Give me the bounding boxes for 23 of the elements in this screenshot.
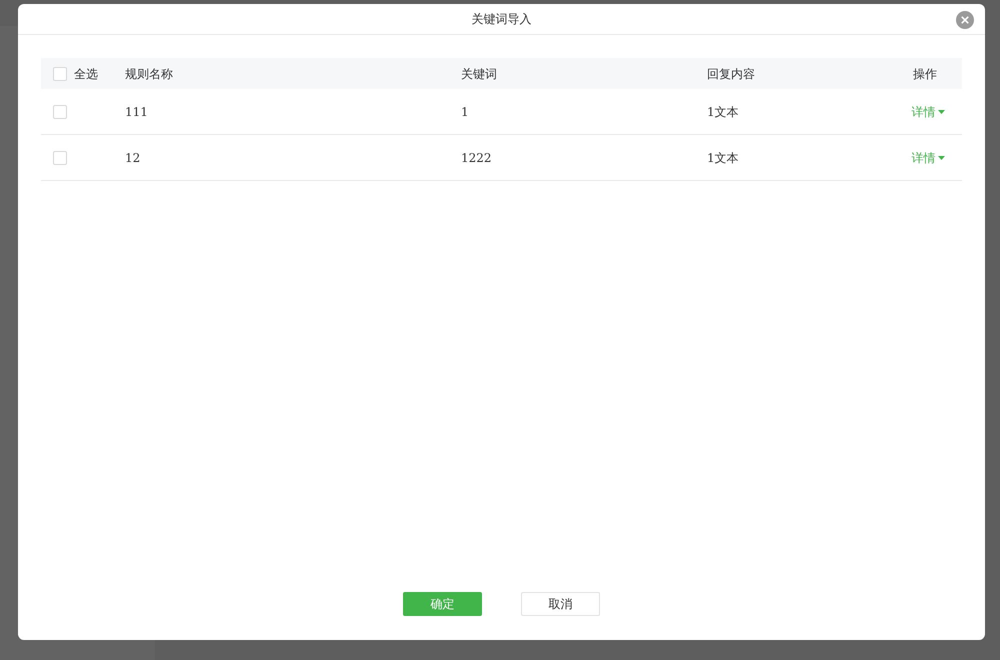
column-header: 规则名称 (125, 66, 173, 82)
checkbox[interactable] (53, 104, 67, 118)
close-icon (961, 16, 969, 24)
caret-icon (938, 110, 944, 114)
table-cell-text: 1222 (461, 150, 492, 166)
select-all-label: 全选 (74, 66, 98, 82)
dialog-title: 关键词导入 (472, 13, 532, 25)
caret-icon (938, 156, 944, 160)
table-cell-text: 1文本 (707, 150, 739, 166)
table-cell-text: 1文本 (707, 104, 739, 120)
column-header: 关键词 (461, 66, 497, 82)
cancel-button[interactable]: 取消 (521, 592, 600, 616)
column-header: 回复内容 (707, 66, 755, 82)
checkbox[interactable] (53, 66, 67, 80)
table-cell-text: 12 (125, 150, 140, 166)
details-link[interactable]: 详情 (912, 102, 944, 120)
table-cell-text: 1 (461, 104, 469, 120)
close-button[interactable] (956, 11, 974, 29)
table-cell-text: 111 (125, 104, 148, 120)
details-link[interactable]: 详情 (912, 148, 944, 166)
checkbox[interactable] (53, 150, 67, 164)
column-header: 操作 (913, 66, 937, 82)
confirm-button[interactable]: 确定 (403, 592, 482, 616)
